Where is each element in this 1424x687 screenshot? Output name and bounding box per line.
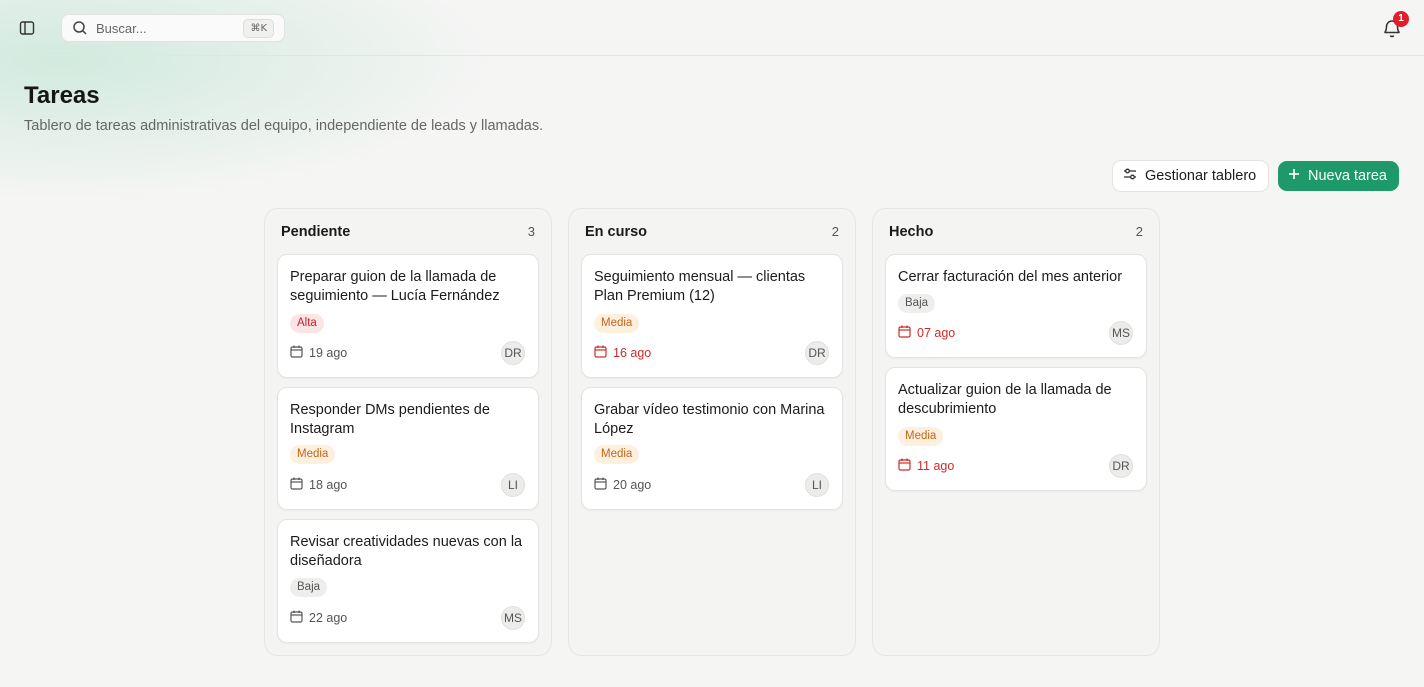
task-card[interactable]: Revisar creatividades nuevas con la dise…	[277, 519, 539, 643]
task-title: Cerrar facturación del mes anterior	[898, 269, 1123, 285]
column-count: 2	[831, 224, 839, 239]
due-date-text: 22 ago	[309, 611, 348, 625]
priority-badge: Media	[898, 427, 944, 446]
calendar-icon	[290, 345, 303, 361]
task-title: Actualizar guion de la llamada de descub…	[898, 382, 1112, 417]
column-hecho: Hecho 2 Cerrar facturación del mes anter…	[872, 208, 1160, 656]
task-title: Revisar creatividades nuevas con la dise…	[290, 534, 523, 569]
task-card[interactable]: Cerrar facturación del mes anterior Baja…	[885, 254, 1147, 358]
manage-board-label: Gestionar tablero	[1145, 168, 1257, 184]
search-shortcut-hint: ⌘K	[243, 19, 274, 38]
task-title: Grabar vídeo testimonio con Marina López	[594, 402, 825, 437]
assignee-avatar: DR	[501, 341, 525, 365]
priority-badge: Baja	[290, 578, 328, 597]
search-box[interactable]: ⌘K	[61, 14, 285, 42]
assignee-avatar: DR	[1109, 454, 1133, 478]
assignee-avatar: DR	[805, 341, 829, 365]
due-date: 18 ago	[290, 477, 347, 493]
page-subtitle: Tablero de tareas administrativas del eq…	[24, 118, 544, 134]
calendar-icon	[898, 458, 911, 474]
calendar-icon	[290, 610, 303, 626]
due-date-text: 20 ago	[613, 478, 652, 492]
task-card[interactable]: Responder DMs pendientes de Instagram Me…	[277, 387, 539, 510]
calendar-icon	[898, 325, 911, 341]
new-task-button[interactable]: Nueva tarea	[1278, 161, 1399, 191]
task-title: Preparar guion de la llamada de seguimie…	[290, 269, 500, 304]
priority-badge: Media	[290, 445, 336, 464]
due-date-text: 07 ago	[917, 326, 956, 340]
task-card[interactable]: Actualizar guion de la llamada de descub…	[885, 367, 1147, 491]
sidebar-toggle-icon[interactable]	[14, 16, 40, 40]
priority-badge: Alta	[290, 314, 324, 333]
column-count: 2	[1135, 224, 1143, 239]
new-task-label: Nueva tarea	[1308, 168, 1387, 184]
due-date: 20 ago	[594, 477, 651, 493]
assignee-avatar: MS	[1109, 321, 1133, 345]
priority-badge: Baja	[898, 294, 936, 313]
due-date: 19 ago	[290, 345, 347, 361]
task-card[interactable]: Grabar vídeo testimonio con Marina López…	[581, 387, 843, 510]
search-input[interactable]	[96, 20, 236, 36]
assignee-avatar: LI	[805, 473, 829, 497]
notification-count-badge: 1	[1393, 11, 1409, 27]
priority-badge: Media	[594, 445, 640, 464]
calendar-icon	[594, 345, 607, 361]
plus-icon	[1288, 168, 1300, 184]
due-date-text: 19 ago	[309, 346, 348, 360]
column-pendiente: Pendiente 3 Preparar guion de la llamada…	[264, 208, 552, 656]
due-date-overdue: 16 ago	[594, 345, 651, 361]
sliders-icon	[1123, 167, 1137, 185]
calendar-icon	[594, 477, 607, 493]
column-en-curso: En curso 2 Seguimiento mensual — clienta…	[568, 208, 856, 656]
column-count: 3	[527, 224, 535, 239]
due-date-text: 16 ago	[613, 346, 652, 360]
task-title: Seguimiento mensual — clientas Plan Prem…	[594, 269, 806, 304]
due-date-text: 11 ago	[917, 459, 955, 473]
search-icon	[72, 19, 90, 37]
due-date-overdue: 11 ago	[898, 458, 954, 474]
due-date: 22 ago	[290, 610, 347, 626]
assignee-avatar: LI	[501, 473, 525, 497]
priority-badge: Media	[594, 314, 640, 333]
calendar-icon	[290, 477, 303, 493]
due-date-overdue: 07 ago	[898, 325, 955, 341]
manage-board-button[interactable]: Gestionar tablero	[1112, 160, 1269, 192]
column-title: Pendiente	[281, 224, 351, 240]
assignee-avatar: MS	[501, 606, 525, 630]
task-card[interactable]: Preparar guion de la llamada de seguimie…	[277, 254, 539, 378]
column-title: En curso	[585, 224, 648, 240]
page-title: Tareas	[24, 82, 100, 109]
top-bar: ⌘K 1	[0, 0, 1424, 56]
task-title: Responder DMs pendientes de Instagram	[290, 402, 490, 437]
task-card[interactable]: Seguimiento mensual — clientas Plan Prem…	[581, 254, 843, 378]
column-title: Hecho	[889, 224, 934, 240]
due-date-text: 18 ago	[309, 478, 348, 492]
